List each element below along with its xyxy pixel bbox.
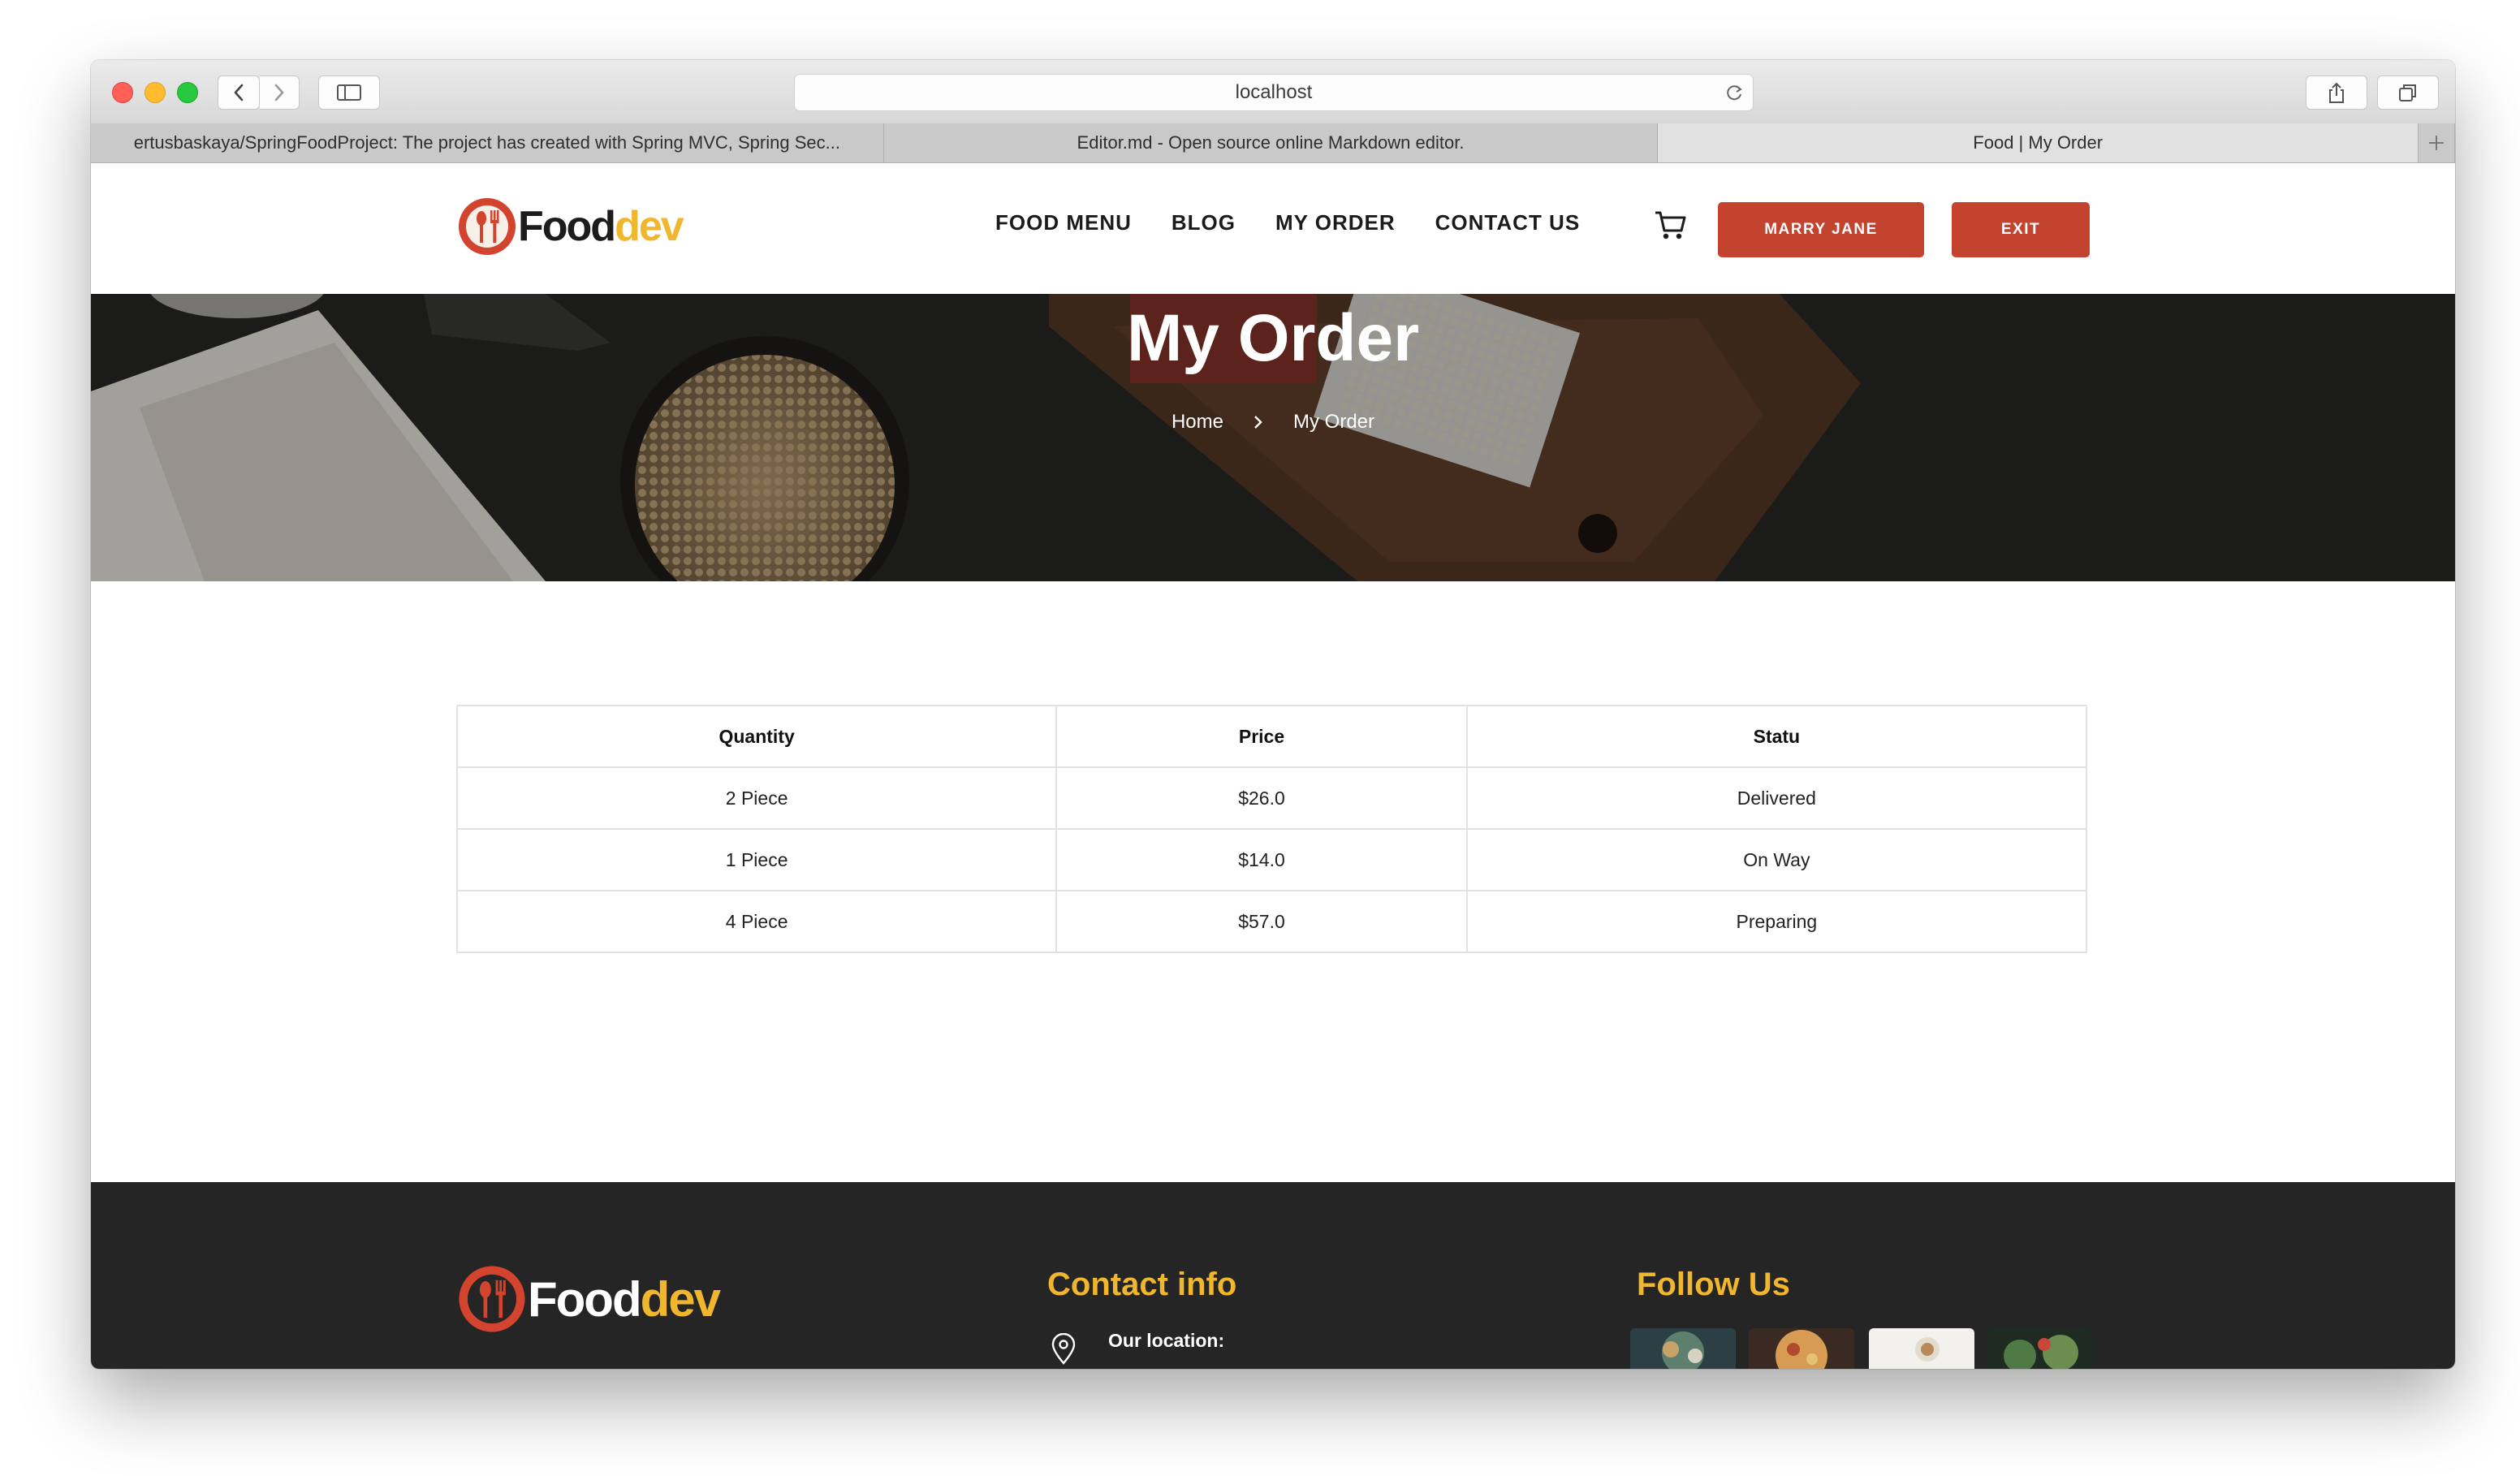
column-header-price: Price [1055,705,1468,768]
tab-editor[interactable]: Editor.md - Open source online Markdown … [884,123,1659,162]
nav-food-menu[interactable]: FOOD MENU [995,210,1132,235]
cell-price: $14.0 [1055,828,1468,891]
main-content: Quantity Price Statu 2 Piece $26.0 Deliv… [91,581,2455,1182]
nav-my-order[interactable]: MY ORDER [1275,210,1396,235]
location-label: Our location: [1108,1330,1225,1351]
sidebar-icon [337,84,361,101]
close-window-button[interactable] [112,82,133,103]
tab-bar: ertusbaskaya/SpringFoodProject: The proj… [91,123,2455,163]
tab-label: Editor.md - Open source online Markdown … [1077,132,1465,153]
exit-button[interactable]: EXIT [1952,202,2090,257]
chevron-right-icon [274,84,284,101]
new-tab-button[interactable] [2419,123,2455,162]
location-pin-icon [1051,1333,1076,1365]
column-header-status: Statu [1465,705,2088,768]
page-hero: My Order Home My Order [91,294,2455,581]
logo-text-food: Food [528,1271,642,1327]
chevron-left-icon [234,84,244,101]
tab-overview-button[interactable] [2377,76,2439,110]
main-nav: FOOD MENU BLOG MY ORDER CONTACT US [995,210,1580,235]
table-row: 1 Piece $14.0 On Way [455,828,2088,891]
cell-price: $57.0 [1055,890,1468,953]
instagram-thumbnail[interactable] [1869,1328,1974,1369]
tabs-icon [2399,84,2416,101]
cart-icon[interactable] [1653,207,1689,243]
table-header-row: Quantity Price Statu [455,705,2088,768]
follow-us-heading: Follow Us [1637,1267,1790,1302]
cell-status: On Way [1465,828,2088,891]
back-button[interactable] [218,76,260,110]
share-button[interactable] [2306,76,2367,110]
instagram-thumbnail[interactable] [1630,1328,1736,1369]
cell-status: Delivered [1465,766,2088,830]
sidebar-toggle-button[interactable] [318,76,380,110]
orders-table: Quantity Price Statu 2 Piece $26.0 Deliv… [455,705,2088,953]
cell-quantity: 1 Piece [455,828,1058,891]
address-bar[interactable]: localhost [794,74,1754,111]
forward-button[interactable] [260,76,300,110]
minimize-window-button[interactable] [145,82,166,103]
site-logo[interactable]: Food dev [456,196,684,257]
logo-text-dev: dev [615,203,684,250]
page-title: My Order [1127,301,1419,375]
column-header-quantity: Quantity [455,705,1058,768]
site-footer: Food dev Contact info Our location: Follo… [91,1182,2455,1369]
instagram-thumbnail[interactable] [1987,1328,2093,1369]
restaurant-logo-icon [459,1266,525,1332]
cell-price: $26.0 [1055,766,1468,830]
plus-icon [2429,136,2444,150]
share-icon [2329,82,2344,103]
breadcrumb-current: My Order [1293,411,1375,433]
user-button[interactable]: MARRY JANE [1718,202,1924,257]
tab-label: Food | My Order [1973,132,2104,153]
nav-contact-us[interactable]: CONTACT US [1435,210,1581,235]
breadcrumb-home[interactable]: Home [1172,411,1223,434]
reload-icon[interactable] [1724,82,1745,103]
tab-github[interactable]: ertusbaskaya/SpringFoodProject: The proj… [91,123,884,162]
tab-label: ertusbaskaya/SpringFoodProject: The proj… [133,132,840,153]
contact-info-heading: Contact info [1047,1267,1237,1302]
browser-window: localhost ertusbaskaya/SpringFoodProject… [91,60,2455,1369]
instagram-thumbnail[interactable] [1749,1328,1854,1369]
footer-logo[interactable]: Food dev [456,1263,721,1335]
url-text: localhost [1235,81,1313,103]
cell-status: Preparing [1465,890,2088,953]
table-row: 4 Piece $57.0 Preparing [455,890,2088,953]
zoom-window-button[interactable] [177,82,198,103]
logo-text-food: Food [518,203,616,250]
restaurant-logo-icon [459,198,516,255]
logo-text-dev: dev [640,1271,721,1327]
breadcrumb: Home My Order [91,411,2455,434]
cell-quantity: 2 Piece [455,766,1058,830]
site-header: Food dev FOOD MENU BLOG MY ORDER CONTACT … [91,163,2455,294]
chevron-right-icon [1254,416,1262,429]
cell-quantity: 4 Piece [455,890,1058,953]
nav-blog[interactable]: BLOG [1172,210,1236,235]
table-row: 2 Piece $26.0 Delivered [455,766,2088,830]
browser-toolbar: localhost [91,60,2455,124]
tab-my-order[interactable]: Food | My Order [1658,123,2419,162]
